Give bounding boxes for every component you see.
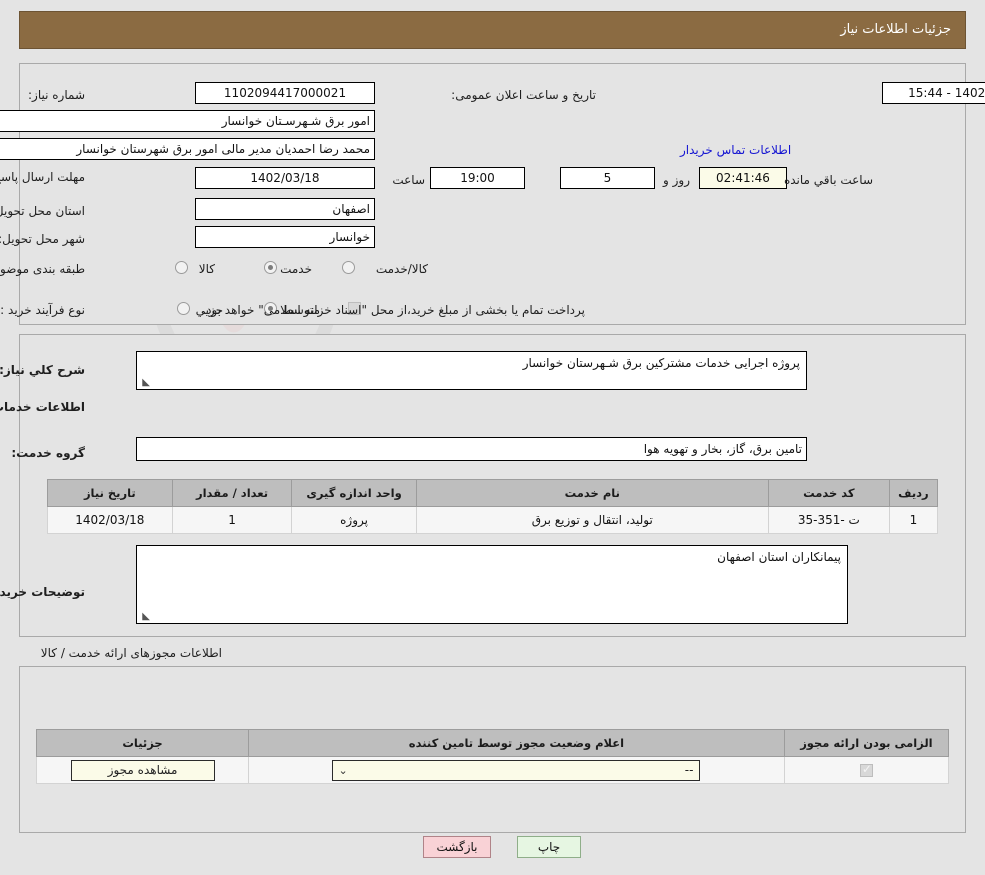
field-need-number[interactable]: 1102094417000021	[195, 82, 375, 104]
th-name: نام خدمت	[415, 479, 769, 507]
field-buyer-notes[interactable]: پیمانکاران استان اصفهان ◣	[136, 545, 848, 624]
buyer-contact-link[interactable]: اطلاعات تماس خریدار	[680, 143, 791, 157]
cell-unit: پروژه	[291, 506, 417, 534]
radio-category-kala-khedmat[interactable]	[342, 261, 355, 274]
print-button[interactable]: چاپ	[517, 836, 581, 858]
select-permit-status-value: --	[684, 762, 694, 777]
cell-row: 1	[888, 506, 939, 534]
th-need-date: تاریخ نیاز	[47, 479, 173, 507]
label-hours-remaining: ساعت باقي مانده	[783, 173, 873, 187]
radio-category-khedmat[interactable]	[264, 261, 277, 274]
label-announce-datetime: تاریخ و ساعت اعلان عمومی:	[451, 88, 596, 102]
general-description-text: پروژه اجرایی خدمات مشترکین برق شـهرستان …	[522, 356, 800, 370]
field-buyer-org[interactable]: امور برق شـهرسـتان خوانسار	[0, 110, 375, 132]
field-deadline-time[interactable]: 19:00	[430, 167, 525, 189]
cell-need-date: 1402/03/18	[47, 506, 173, 534]
checkbox-permit-required	[859, 762, 873, 777]
label-category-khedmat: خدمت	[280, 262, 312, 276]
label-city: شهر محل تحویل:	[0, 232, 85, 246]
label-hour: ساعت	[392, 173, 425, 187]
permits-table: الزامی بودن ارائه مجوز اعلام وضعیت مجوز …	[35, 729, 950, 784]
th-permit-details: جزئیات	[35, 729, 250, 757]
label-days-and: روز و	[663, 173, 690, 187]
label-need-number: شماره نیاز:	[28, 88, 85, 102]
select-permit-status[interactable]: ⌄ --	[332, 759, 701, 781]
cell-permit-required	[783, 756, 950, 784]
services-table-header-row: ردیف کد خدمت نام خدمت واحد اندازه گیری ت…	[47, 479, 939, 507]
label-service-group: گروه خدمت:	[11, 446, 85, 460]
label-deadline-text: مهلت ارسال پاسخ: تا تاریخ:	[0, 170, 85, 184]
field-requester[interactable]: محمد رضا احمدیان مدیر مالی امور برق شهرس…	[0, 138, 375, 160]
cell-permit-details: مشاهده مجوز	[35, 756, 250, 784]
cell-permit-status: ⌄ --	[248, 756, 785, 784]
th-quantity: تعداد / مقدار	[171, 479, 293, 507]
radio-process-jozi[interactable]	[177, 302, 190, 315]
label-category: طبقه بندی موضوعی:	[0, 262, 85, 276]
th-code: کد خدمت	[767, 479, 890, 507]
th-unit: واحد اندازه گیری	[291, 479, 417, 507]
view-permit-button[interactable]: مشاهده مجوز	[70, 759, 215, 781]
radio-category-kala[interactable]	[175, 261, 188, 274]
th-row: ردیف	[888, 479, 939, 507]
label-buyer-notes: توضیحات خریدار:	[0, 585, 85, 599]
page-root: AnaTender.net جزئیات اطلاعات نیاز شماره …	[0, 0, 985, 875]
buyer-notes-text: پیمانکاران استان اصفهان	[717, 550, 841, 564]
field-city[interactable]: خوانسار	[195, 226, 375, 248]
label-province: استان محل تحویل:	[0, 204, 85, 218]
label-deadline: مهلت ارسال پاسخ: تا تاریخ:	[0, 170, 85, 185]
cell-name: تولید، انتقال و توزیع برق	[415, 506, 769, 534]
label-general-description: شرح کلي نیاز:	[0, 363, 85, 377]
section-title-permits: اطلاعات مجوزهای ارائه خدمت / کالا	[40, 646, 222, 660]
table-row: ⌄ -- مشاهده مجوز	[35, 756, 950, 784]
page-title: جزئیات اطلاعات نیاز	[19, 11, 966, 49]
field-announce-datetime[interactable]: 1402/03/13 - 15:44	[882, 82, 985, 104]
label-category-kala: کالا	[198, 262, 215, 276]
label-treasury-bonds: پرداخت تمام یا بخشی از مبلغ خرید،از محل …	[202, 303, 585, 317]
field-time-left: 02:41:46	[699, 167, 787, 189]
services-table: ردیف کد خدمت نام خدمت واحد اندازه گیری ت…	[47, 479, 939, 534]
cell-code: ت -351-35	[767, 506, 890, 534]
label-category-kala-khedmat: کالا/خدمت	[375, 262, 428, 276]
section-title-services: اطلاعات خدمات مورد نیاز	[0, 400, 85, 414]
chevron-down-icon: ⌄	[338, 763, 348, 777]
resize-grip-icon-notes[interactable]: ◣	[140, 612, 150, 622]
field-general-description[interactable]: پروژه اجرایی خدمات مشترکین برق شـهرستان …	[136, 351, 807, 390]
field-days-left[interactable]: 5	[560, 167, 655, 189]
resize-grip-icon[interactable]: ◣	[140, 378, 150, 388]
table-row: 1 ت -351-35 تولید، انتقال و توزیع برق پر…	[47, 506, 939, 534]
field-service-group[interactable]: تامین برق، گاز، بخار و تهویه هوا	[136, 437, 807, 461]
th-permit-required: الزامی بودن ارائه مجوز	[783, 729, 950, 757]
permits-table-header-row: الزامی بودن ارائه مجوز اعلام وضعیت مجوز …	[35, 729, 950, 757]
back-button[interactable]: بازگشت	[423, 836, 491, 858]
th-permit-status: اعلام وضعیت مجوز توسط تامین کننده	[248, 729, 785, 757]
field-deadline-date[interactable]: 1402/03/18	[195, 167, 375, 189]
label-process-type: نوع فرآیند خرید :	[0, 303, 85, 317]
need-info-panel	[19, 63, 966, 325]
field-province[interactable]: اصفهان	[195, 198, 375, 220]
cell-quantity: 1	[171, 506, 293, 534]
